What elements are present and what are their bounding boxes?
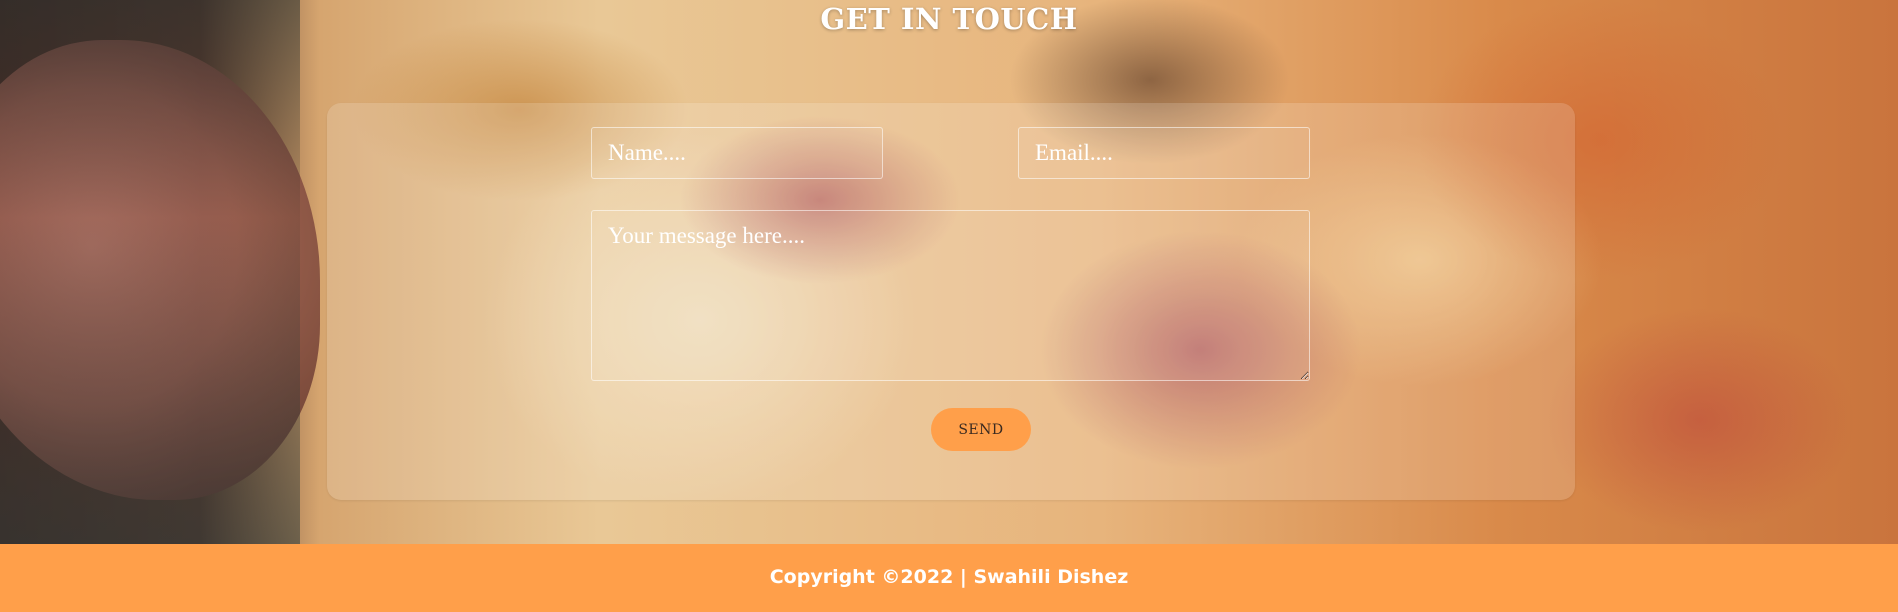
page-title: GET IN TOUCH — [820, 2, 1078, 36]
send-button[interactable]: SEND — [931, 408, 1031, 451]
copyright-text: Copyright ©2022 | Swahili Dishez — [769, 566, 1129, 588]
background-shadow — [0, 0, 300, 544]
email-field[interactable] — [1018, 127, 1310, 179]
message-field[interactable] — [591, 210, 1310, 381]
footer: Copyright ©2022 | Swahili Dishez — [0, 544, 1898, 612]
name-field[interactable] — [591, 127, 883, 179]
